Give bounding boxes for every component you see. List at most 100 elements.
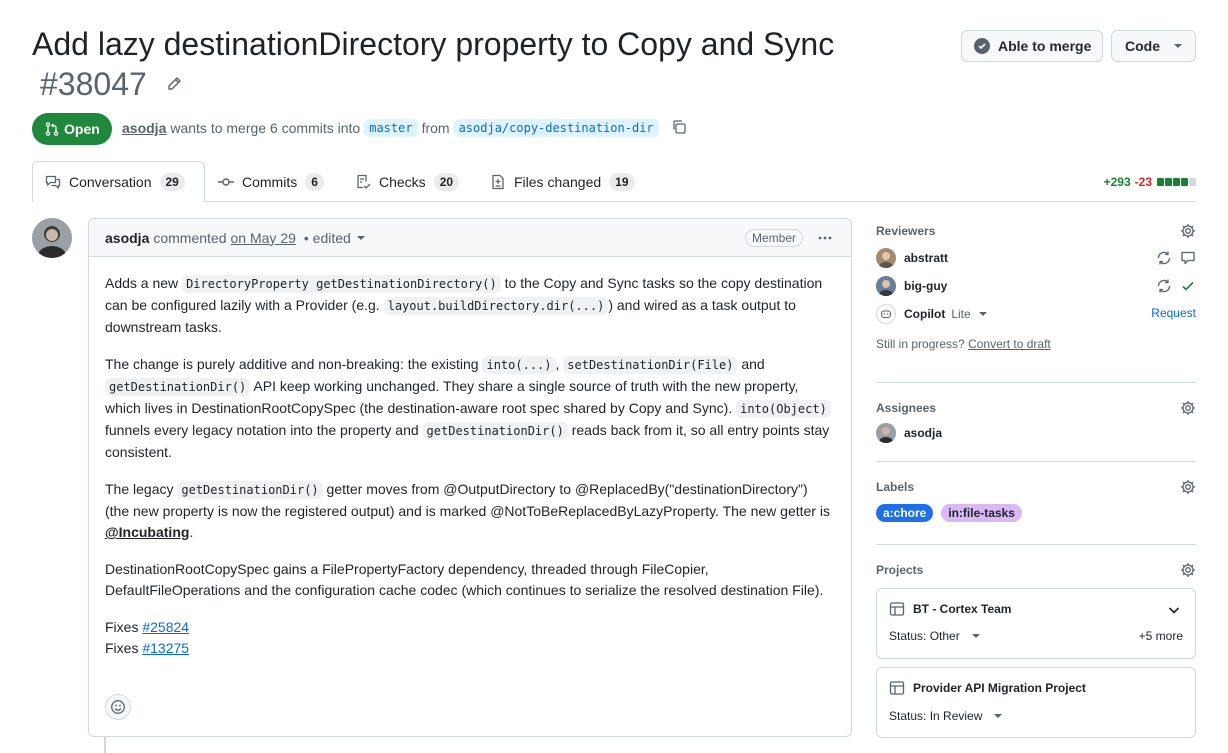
reviewer-status — [1156, 250, 1196, 266]
sync-icon[interactable] — [1156, 250, 1172, 266]
file-diff-icon — [492, 174, 504, 189]
projects-title[interactable]: Projects — [876, 560, 1196, 580]
fixes-label: Fixes — [105, 619, 139, 635]
text: The legacy — [105, 481, 178, 497]
pr-author-link[interactable]: asodja — [122, 120, 166, 136]
assignees-title[interactable]: Assignees — [876, 398, 1196, 418]
add-reaction-button[interactable] — [105, 694, 131, 720]
inline-code: getDestinationDir() — [177, 481, 323, 499]
kebab-menu-icon[interactable] — [817, 230, 833, 249]
paragraph: The legacy getDestinationDir() getter mo… — [105, 479, 835, 543]
copilot-icon — [876, 304, 896, 324]
labels-list: a:chore in:file-tasks — [876, 504, 1196, 522]
gear-icon[interactable] — [1180, 479, 1196, 498]
label-pill[interactable]: a:chore — [876, 504, 934, 522]
reviewer-row[interactable]: big-guy — [876, 273, 1196, 299]
fixes-line: Fixes #13275 — [105, 638, 835, 659]
table-icon — [889, 681, 905, 695]
reviewer-row[interactable]: Copilot Lite Request — [876, 301, 1196, 327]
reviewer-name: big-guy — [904, 279, 948, 293]
pr-number: #38047 — [40, 66, 147, 102]
labels-title[interactable]: Labels — [876, 477, 1196, 497]
checklist-icon — [357, 174, 371, 189]
reviewer-row[interactable]: abstratt — [876, 245, 1196, 271]
avatar[interactable] — [32, 218, 72, 258]
gear-icon[interactable] — [1180, 223, 1196, 242]
issue-link[interactable]: #25824 — [142, 619, 189, 635]
pr-state-badge: Open — [32, 113, 112, 145]
tab-files-changed[interactable]: Files changed 19 — [490, 161, 635, 202]
base-branch[interactable]: master — [364, 119, 418, 137]
comment-discussion-icon — [45, 175, 61, 189]
issue-link[interactable]: #13275 — [142, 640, 189, 656]
sync-icon[interactable] — [1156, 278, 1172, 294]
tab-conversation[interactable]: Conversation 29 — [32, 161, 205, 202]
chevron-down-icon[interactable] — [978, 312, 987, 316]
project-card[interactable]: BT - Cortex Team Status: Other +5 more — [876, 588, 1196, 659]
tab-label: Checks — [379, 173, 426, 190]
draft-note: Still in progress? Convert to draft — [876, 337, 1196, 351]
project-status-text: Status: Other — [889, 629, 960, 643]
project-card[interactable]: Provider API Migration Project Status: I… — [876, 667, 1196, 738]
tab-counter: 20 — [433, 172, 460, 191]
gear-icon[interactable] — [1180, 562, 1196, 581]
comment-action: commented — [153, 229, 227, 246]
head-branch[interactable]: asodja/copy-destination-dir — [453, 119, 659, 137]
tab-checks[interactable]: Checks 20 — [355, 161, 460, 202]
edited-label[interactable]: • edited — [304, 230, 351, 246]
role-badge: Member — [744, 229, 803, 247]
copy-icon[interactable] — [671, 119, 687, 138]
comment-header: asodja commented on May 29 • edited Memb… — [89, 219, 851, 257]
user-mention-link[interactable]: @Incubating — [105, 524, 189, 540]
code-button[interactable]: Code — [1111, 30, 1196, 62]
inline-code: getDestinationDir() — [105, 378, 251, 396]
label-pill[interactable]: in:file-tasks — [941, 504, 1022, 522]
tab-label: Commits — [242, 173, 298, 190]
assignee-row[interactable]: asodja — [876, 420, 1196, 446]
pr-tabs: Conversation 29 Commits 6 Checks 20 File… — [32, 161, 1196, 202]
still-in-progress-text: Still in progress? — [876, 337, 965, 351]
paragraph: Adds a new DirectoryProperty getDestinat… — [105, 273, 835, 338]
comment-body: Adds a new DirectoryProperty getDestinat… — [89, 257, 851, 675]
project-more[interactable]: +5 more — [1139, 629, 1183, 643]
divider — [876, 461, 1196, 462]
inline-code: DirectoryProperty getDestinationDirector… — [182, 275, 501, 293]
reviewer-status — [1156, 278, 1196, 294]
project-name-text: Provider API Migration Project — [913, 681, 1086, 695]
text: Adds a new — [105, 275, 183, 291]
text: and — [737, 356, 765, 372]
chevron-down-icon[interactable] — [1167, 603, 1181, 620]
request-review-link[interactable]: Request — [1151, 306, 1196, 320]
project-name-text: BT - Cortex Team — [913, 602, 1012, 616]
assignees-section: Assignees asodja — [876, 398, 1196, 448]
project-name[interactable]: Provider API Migration Project — [889, 680, 1086, 696]
paragraph: The change is purely additive and non-br… — [105, 354, 835, 463]
text: . — [189, 524, 194, 540]
diffstat-block — [1181, 178, 1188, 186]
chevron-down-icon[interactable] — [356, 235, 365, 240]
project-status[interactable]: Status: Other — [889, 629, 980, 643]
code-button-label: Code — [1125, 38, 1160, 54]
tab-commits[interactable]: Commits 6 — [218, 161, 324, 202]
edit-title-pencil-icon[interactable] — [166, 76, 182, 92]
pr-meta-line: asodja wants to merge 6 commits into mas… — [122, 118, 687, 138]
pr-title: Add lazy destinationDirectory property t… — [32, 26, 835, 62]
chevron-down-icon — [971, 634, 980, 638]
convert-to-draft-link[interactable]: Convert to draft — [968, 337, 1051, 351]
comment-date-link[interactable]: on May 29 — [231, 230, 296, 246]
reviewers-title[interactable]: Reviewers — [876, 221, 1196, 241]
table-icon — [889, 602, 905, 616]
project-status[interactable]: Status: In Review — [889, 709, 1003, 723]
projects-section: Projects — [876, 560, 1196, 580]
tab-counter: 19 — [609, 172, 635, 191]
paragraph: DestinationRootCopySpec gains a FileProp… — [105, 561, 824, 598]
diffstat-block — [1189, 178, 1196, 186]
gear-icon[interactable] — [1180, 400, 1196, 419]
comment-author[interactable]: asodja — [105, 230, 149, 246]
labels-section: Labels a:chore in:file-tasks — [876, 477, 1196, 527]
copilot-tier[interactable]: Lite — [951, 307, 970, 321]
able-to-merge-button[interactable]: Able to merge — [961, 30, 1103, 62]
project-name[interactable]: BT - Cortex Team — [889, 601, 1011, 617]
git-pull-request-icon — [45, 122, 59, 136]
project-status-text: Status: In Review — [889, 709, 983, 723]
